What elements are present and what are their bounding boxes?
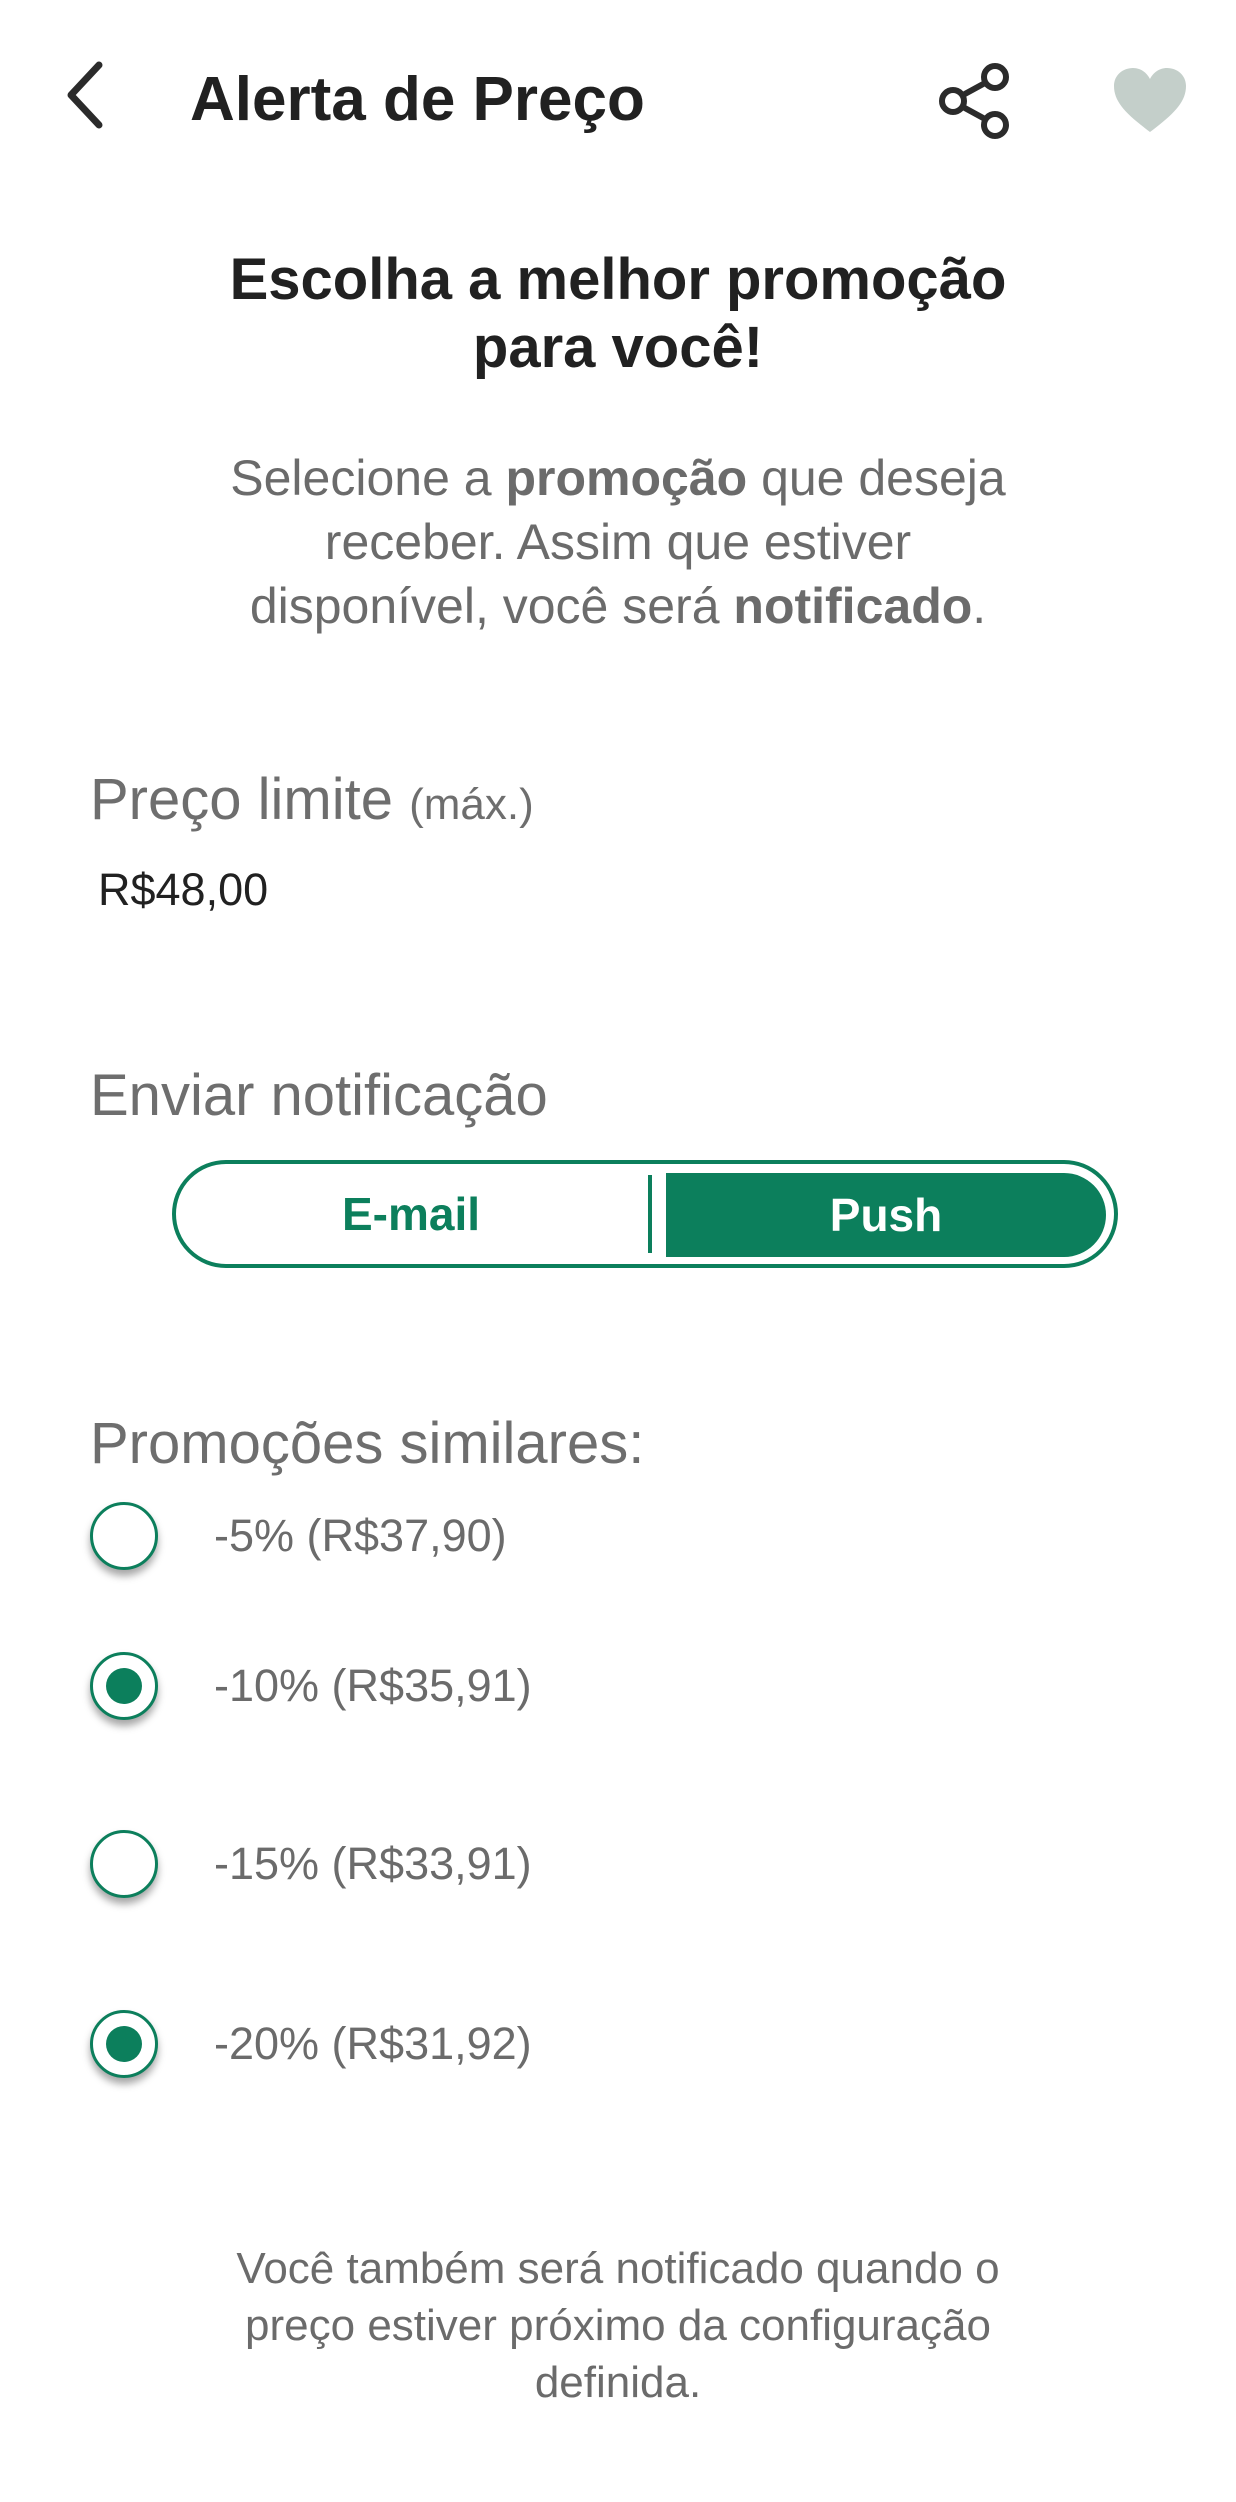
description-text: Selecione a (230, 450, 506, 506)
footnote-line3: definida. (534, 2358, 702, 2407)
page-title: Alerta de Preço (190, 65, 645, 134)
price-limit-label-text: Preço limite (90, 767, 393, 832)
radio-button[interactable] (90, 1502, 158, 1570)
price-limit-input[interactable] (98, 864, 598, 916)
notification-label: Enviar notificação (90, 1063, 548, 1128)
description-text: disponível, você será (249, 578, 734, 634)
price-limit-max-suffix: (máx.) (409, 780, 534, 829)
back-button[interactable] (40, 50, 130, 140)
promotion-option-label: -15% (R$33,91) (214, 1838, 532, 1889)
share-icon (939, 63, 1009, 139)
promotion-option-label: -10% (R$35,91) (214, 1660, 532, 1711)
promotion-option-label: -20% (R$31,92) (214, 2018, 532, 2069)
promotion-option-label: -5% (R$37,90) (214, 1510, 507, 1561)
radio-button-checked[interactable] (90, 1652, 158, 1720)
description-text: que deseja (747, 450, 1006, 506)
headline-line2: para você! (472, 315, 764, 380)
description-bold: notificado (733, 578, 973, 634)
promotion-option-5[interactable]: -5% (R$37,90) (90, 1496, 790, 1576)
description-line3: disponível, você será notificado. (0, 574, 1236, 638)
radio-button-checked[interactable] (90, 2010, 158, 2078)
push-option[interactable]: Push (666, 1173, 1106, 1257)
heart-icon (1114, 68, 1186, 132)
description-line1: Selecione a promoção que deseja (0, 446, 1236, 510)
description-line2: receber. Assim que estiver (324, 514, 912, 570)
headline-line1: Escolha a melhor promoção (229, 247, 1007, 312)
footnote-line2: preço estiver próximo da configuração (245, 2301, 991, 2350)
favorite-button[interactable] (1105, 56, 1195, 146)
share-button[interactable] (930, 56, 1020, 146)
headline: Escolha a melhor promoção para você! (0, 246, 1236, 382)
promotion-option-10[interactable]: -10% (R$35,91) (90, 1646, 790, 1726)
promotion-option-15[interactable]: -15% (R$33,91) (90, 1824, 790, 1904)
price-limit-label: Preço limite (máx.) (90, 766, 534, 833)
similar-promotions-label: Promoções similares: (90, 1411, 645, 1476)
radio-button[interactable] (90, 1830, 158, 1898)
description: Selecione a promoção que deseja receber.… (0, 446, 1236, 638)
toggle-divider (648, 1175, 652, 1253)
promotion-option-20[interactable]: -20% (R$31,92) (90, 2004, 790, 2084)
footnote: Você também será notificado quando o pre… (0, 2240, 1236, 2411)
footnote-line1: Você também será notificado quando o (236, 2244, 1000, 2293)
email-option[interactable]: E-mail (176, 1164, 646, 1264)
description-text: . (972, 578, 987, 634)
description-bold: promoção (505, 450, 748, 506)
chevron-left-icon (67, 61, 103, 129)
